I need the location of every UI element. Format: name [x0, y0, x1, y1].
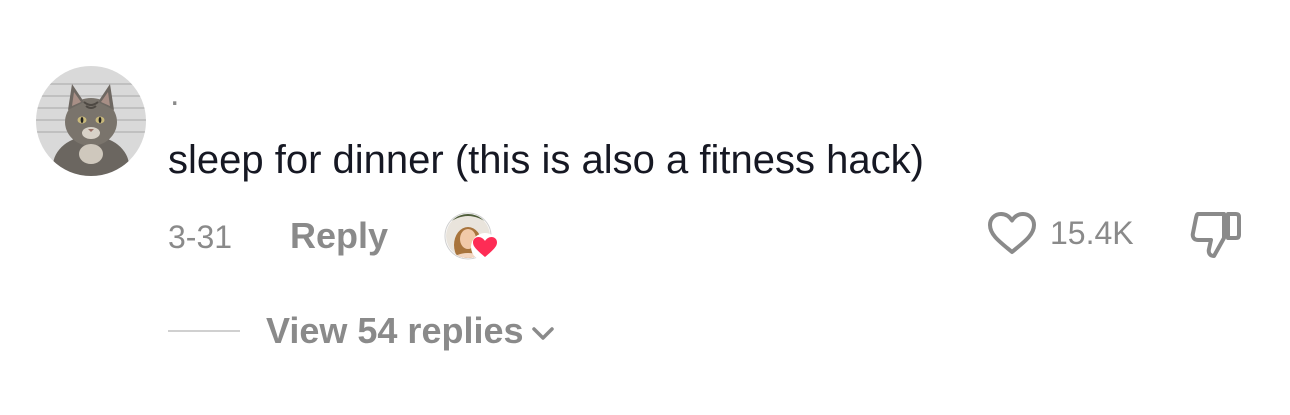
comment-item: . sleep for dinner (this is also a fitne… — [0, 0, 1290, 415]
user-avatar[interactable] — [36, 66, 146, 176]
reply-button[interactable]: Reply — [290, 214, 388, 258]
username[interactable]: . — [170, 74, 179, 114]
view-replies-button[interactable]: View 54 replies — [266, 309, 524, 353]
replies-divider — [168, 330, 240, 332]
thumbs-down-icon — [1190, 212, 1241, 258]
view-replies-row[interactable]: View 54 replies — [168, 306, 556, 356]
heart-badge-icon — [471, 233, 499, 261]
chevron-down-icon — [531, 327, 554, 340]
comment-date: 3-31 — [168, 219, 233, 255]
like-count: 15.4K — [1050, 215, 1134, 251]
comment-text: sleep for dinner (this is also a fitness… — [168, 138, 924, 182]
creator-liked-avatar — [444, 212, 499, 261]
like-button[interactable]: 15.4K — [986, 208, 1134, 258]
creator-liked-badge — [442, 211, 502, 265]
heart-outline-icon — [988, 212, 1036, 254]
dislike-button[interactable] — [1188, 208, 1244, 260]
